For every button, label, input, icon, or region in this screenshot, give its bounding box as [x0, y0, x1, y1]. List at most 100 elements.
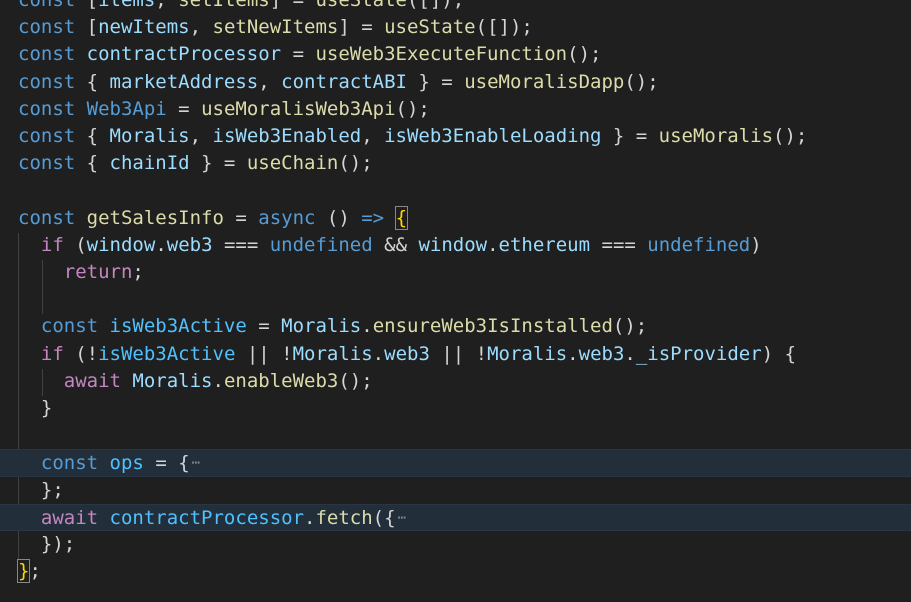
code-token: Moralis — [281, 315, 362, 338]
code-token: isWeb3Active — [98, 342, 236, 365]
code-line-text: }; — [18, 477, 64, 504]
code-token: => — [361, 206, 385, 229]
code-token: (); — [338, 152, 373, 175]
code-token: web3 — [166, 233, 213, 256]
code-line[interactable] — [0, 422, 911, 449]
code-token: . — [212, 369, 224, 392]
code-token: window — [86, 233, 156, 256]
code-line[interactable]: }; — [0, 558, 911, 585]
code-token: useMoralisWeb3Api — [201, 97, 396, 120]
code-token: const — [18, 152, 76, 175]
code-line[interactable]: const { Moralis, isWeb3Enabled, isWeb3En… — [0, 123, 911, 150]
code-token: contractABI — [281, 70, 407, 93]
code-token: fetch — [315, 506, 373, 529]
code-line[interactable] — [0, 286, 911, 313]
code-token: _isProvider — [635, 342, 762, 365]
code-token: Web3Api — [86, 97, 167, 120]
code-token: window — [418, 233, 488, 256]
code-token: const — [18, 206, 76, 229]
code-line[interactable]: const contractProcessor = useWeb3Execute… — [0, 41, 911, 68]
code-line-text: await Moralis.enableWeb3(); — [18, 368, 373, 395]
code-token: (); — [338, 369, 373, 392]
folded-region-ellipsis[interactable]: ⋯ — [396, 510, 406, 526]
code-token: const — [18, 16, 76, 39]
code-line[interactable]: const { marketAddress, contractABI } = u… — [0, 69, 911, 96]
code-token: Moralis — [109, 125, 190, 147]
code-token: useMoralisDapp — [464, 70, 625, 93]
code-token: getSalesInfo — [86, 206, 224, 229]
code-token: marketAddress — [109, 70, 259, 93]
code-token: useState — [315, 0, 407, 11]
code-line[interactable]: return; — [0, 259, 911, 286]
code-line[interactable]: const [newItems, setNewItems] = useState… — [0, 14, 911, 41]
code-line[interactable]: if (!isWeb3Active || !Moralis.web3 || !M… — [0, 341, 911, 368]
code-token: const — [40, 452, 99, 475]
code-line[interactable]: if (window.web3 === undefined && window.… — [0, 232, 911, 259]
code-token: , — [155, 0, 179, 11]
code-line[interactable]: const getSalesInfo = async () => { — [0, 205, 911, 232]
code-line[interactable]: const isWeb3Active = Moralis.ensureWeb3I… — [0, 313, 911, 340]
code-editor[interactable]: const [items, setItems] = useState([]); c… — [0, 0, 911, 602]
code-token: enableWeb3 — [223, 369, 339, 392]
code-line[interactable]: } — [0, 395, 911, 422]
code-token: } = — [189, 152, 247, 175]
code-token: ({ — [372, 506, 396, 529]
code-line-text: if (window.web3 === undefined && window.… — [18, 232, 762, 259]
code-token: chainId — [109, 152, 190, 175]
code-line[interactable]: const Web3Api = useMoralisWeb3Api(); — [0, 96, 911, 123]
code-token: setNewItems — [212, 16, 339, 39]
code-token: . — [624, 342, 636, 365]
code-token: web3 — [384, 342, 430, 365]
code-line-text: if (!isWeb3Active || !Moralis.web3 || !M… — [18, 341, 796, 368]
matching-bracket: { — [394, 205, 409, 230]
code-token: const — [18, 0, 76, 11]
code-token: isWeb3Active — [109, 315, 247, 338]
code-token: (); — [395, 97, 430, 120]
code-token: . — [372, 342, 385, 365]
code-line[interactable]: await contractProcessor.fetch({⋯ — [0, 503, 911, 532]
code-line[interactable]: await Moralis.enableWeb3(); — [0, 368, 911, 395]
code-token: , — [361, 125, 385, 147]
code-line-text: const contractProcessor = useWeb3Execute… — [18, 41, 601, 68]
code-token: useMoralis — [658, 125, 774, 147]
code-line[interactable]: }; — [0, 477, 911, 504]
code-line-text: }); — [18, 531, 75, 558]
code-token: || ! — [429, 342, 488, 365]
code-token: useWeb3ExecuteFunction — [315, 43, 568, 66]
code-line[interactable]: }); — [0, 531, 911, 558]
code-token: } = — [406, 70, 465, 93]
code-token: ethereum — [498, 233, 591, 256]
code-token: ; — [132, 261, 144, 283]
code-token: items — [98, 0, 156, 11]
code-line[interactable] — [0, 177, 911, 204]
folded-region-ellipsis[interactable]: ⋯ — [190, 455, 200, 471]
code-token: const — [18, 43, 76, 66]
code-token: = — [223, 206, 259, 229]
code-token: ] = — [338, 16, 385, 39]
code-token: Moralis — [487, 342, 568, 365]
code-token: || ! — [235, 342, 293, 365]
code-line[interactable]: const ops = {⋯ — [0, 449, 911, 477]
code-line-text: const ops = {⋯ — [18, 450, 200, 477]
code-token: Moralis — [132, 369, 213, 392]
code-line[interactable]: const { chainId } = useChain(); — [0, 150, 911, 177]
code-token: return — [63, 261, 133, 283]
code-line[interactable]: const [items, setItems] = useState([]); — [0, 0, 911, 14]
code-token: === — [590, 233, 648, 256]
code-token: useState — [384, 16, 476, 39]
code-token: [ — [75, 16, 99, 39]
code-line-text: await contractProcessor.fetch({⋯ — [18, 505, 406, 532]
code-line-text: const getSalesInfo = async () => { — [18, 205, 409, 232]
code-line-text: } — [18, 395, 52, 422]
code-token: newItems — [98, 16, 190, 39]
code-token: ([]); — [406, 0, 465, 11]
code-token: === — [212, 233, 270, 256]
